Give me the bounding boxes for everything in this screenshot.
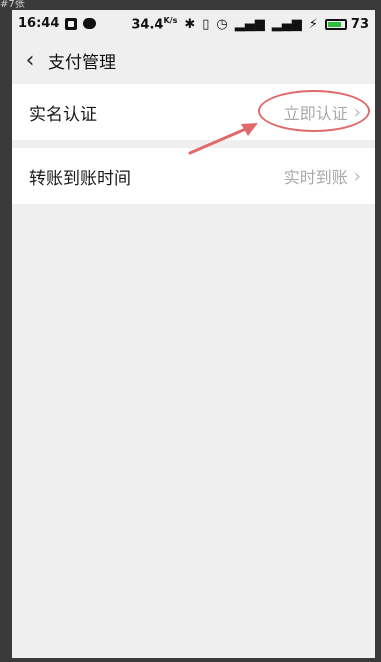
phone-screen: 16:44 34.4K/s ✱ ▯ ◷ ▂▄▆ ▂▄▆ ⚡ 73 ‹ 支付管理 … [12,10,375,658]
annotation-arrow [188,123,258,155]
corner-label: #7张 [0,0,25,10]
